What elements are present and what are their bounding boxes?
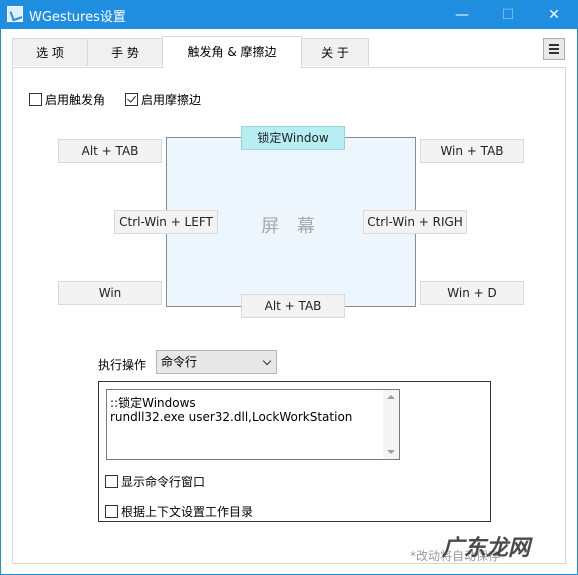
window-title: WGestures设置 [29,10,126,25]
checkbox-box[interactable] [105,505,118,518]
action-select[interactable]: 命令行 [156,350,277,374]
command-line: rundll32.exe user32.dll,LockWorkStation [110,410,353,424]
checkbox-box[interactable] [29,93,42,106]
checkbox-box[interactable] [105,475,118,488]
checkbox-label: 启用触发角 [45,93,106,107]
bottom-edge-button[interactable]: Alt + TAB [241,294,345,318]
checkbox-box[interactable] [125,93,138,106]
tab-gestures[interactable]: 手 势 [87,38,163,66]
checkbox-label: 根据上下文设置工作目录 [121,505,254,519]
menu-icon-bar [549,52,559,54]
title-bar[interactable]: WGestures设置 — ☐ ✕ [1,1,577,29]
top-right-corner-button[interactable]: Win + TAB [420,139,524,163]
chevron-down-icon [262,356,272,366]
command-textarea[interactable]: ::锁定Windows rundll32.exe user32.dll,Lock… [106,389,400,460]
tab-about[interactable]: 关 于 [301,38,369,66]
set-workdir-checkbox[interactable]: 根据上下文设置工作目录 [105,503,253,520]
action-select-value: 命令行 [161,355,198,369]
command-line: ::锁定Windows [110,396,196,410]
tab-options[interactable]: 选 项 [12,38,88,66]
right-edge-button[interactable]: Ctrl-Win + RIGH [363,210,467,234]
close-button[interactable]: ✕ [531,1,577,29]
enable-corners-checkbox[interactable]: 启用触发角 [29,91,105,108]
show-cmd-window-checkbox[interactable]: 显示命令行窗口 [105,473,205,490]
minimize-button[interactable]: — [439,1,485,29]
action-label: 执行操作 [98,358,147,372]
menu-icon-bar [549,48,559,50]
bottom-right-corner-button[interactable]: Win + D [420,281,524,305]
menu-button[interactable] [543,38,565,60]
left-edge-button[interactable]: Ctrl-Win + LEFT [114,210,218,234]
tab-corners-edges[interactable]: 触发角 & 摩擦边 [162,36,302,68]
top-left-corner-button[interactable]: Alt + TAB [58,139,162,163]
vertical-scrollbar[interactable] [383,390,399,459]
top-edge-button[interactable]: 锁定Window [241,126,345,150]
watermark: 广东龙网 [442,536,531,561]
app-icon [7,6,23,22]
bottom-left-corner-button[interactable]: Win [58,281,162,305]
scroll-up-icon[interactable] [387,395,395,399]
checkbox-label: 显示命令行窗口 [121,475,206,489]
scroll-down-icon[interactable] [387,450,395,454]
checkbox-label: 启用摩擦边 [141,93,202,107]
menu-icon [549,44,559,46]
enable-edges-checkbox[interactable]: 启用摩擦边 [125,91,201,108]
maximize-button[interactable]: ☐ [485,1,531,29]
